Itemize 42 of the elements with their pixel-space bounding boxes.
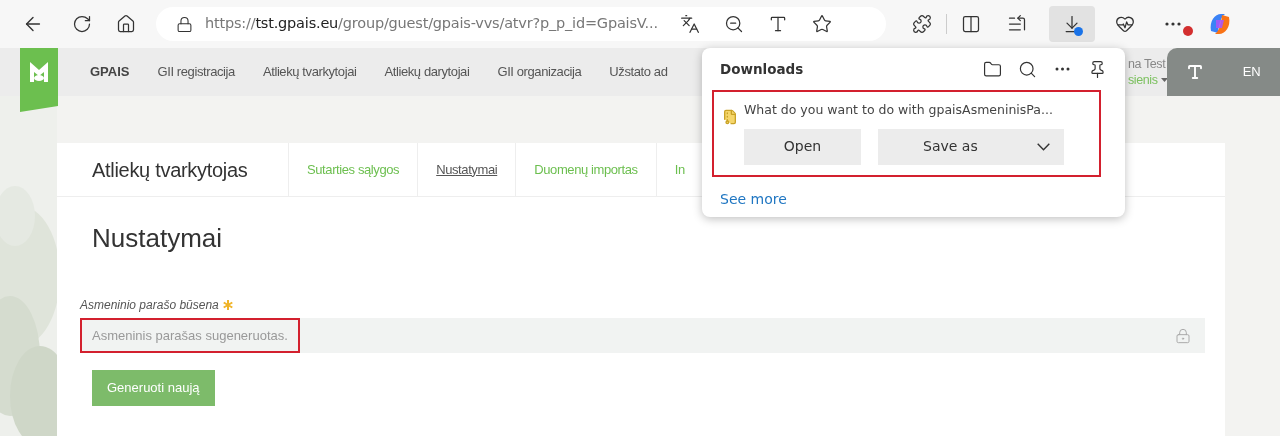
user-name: na Test [1128,56,1167,72]
nav-link[interactable]: GII organizacija [497,62,582,82]
search-icon[interactable] [1018,59,1037,79]
section-tab[interactable]: Nustatymai [417,142,516,197]
more-icon[interactable] [1055,67,1070,71]
open-button[interactable]: Open [744,128,861,165]
text-size-icon[interactable] [1186,63,1205,81]
url-text: https://tst.gpais.eu/group/guest/gpais-vvs/atvr?p_p_id=GpaisV... [205,14,658,34]
nav-link[interactable]: Atliekų darytojai [384,62,470,82]
downloads-button[interactable] [1049,6,1095,42]
nav-link[interactable]: Atliekų tvarkytojai [262,62,357,82]
save-as-button[interactable]: Save as [878,128,1064,165]
section-title: Atliekų tvarkytojas [92,157,249,183]
update-badge-icon [1183,26,1193,36]
see-more-link[interactable]: See more [720,189,787,210]
language-link[interactable]: EN [1242,62,1261,82]
downloads-title: Downloads [720,59,805,79]
dropdown-caret-icon [1160,78,1168,82]
info-badge-icon [1074,27,1083,36]
translate-icon[interactable] [679,14,700,34]
lock-icon [1175,327,1191,344]
health-icon[interactable] [1115,14,1135,34]
zoom-out-icon[interactable] [723,14,744,34]
zip-file-icon [722,109,738,125]
nav-link[interactable]: GII registracija [157,62,235,82]
refresh-icon[interactable] [72,14,92,34]
download-prompt: What do you want to do with gpaisAsmeninisPa... [744,101,1054,119]
address-bar[interactable]: https://tst.gpais.eu/group/guest/gpais-vvs/atvr?p_p_id=GpaisV... [156,7,886,41]
more-icon [1165,22,1181,26]
brand-name[interactable]: GPAIS [90,62,130,82]
favorite-star-icon[interactable] [811,14,832,34]
split-screen-icon[interactable] [961,14,981,34]
folder-icon[interactable] [983,59,1002,79]
nav-link[interactable]: Užstato ad [609,62,668,82]
chevron-down-icon [1037,142,1050,151]
pin-icon[interactable] [1088,59,1107,79]
extensions-icon[interactable] [912,14,932,34]
field-value: Asmeninis parašas sugeneruotas. [80,318,300,353]
field-label: Asmeninio parašo būsena [80,297,219,314]
home-icon[interactable] [116,14,136,34]
lock-icon [176,15,193,33]
page-heading: Nustatymai [92,222,224,255]
